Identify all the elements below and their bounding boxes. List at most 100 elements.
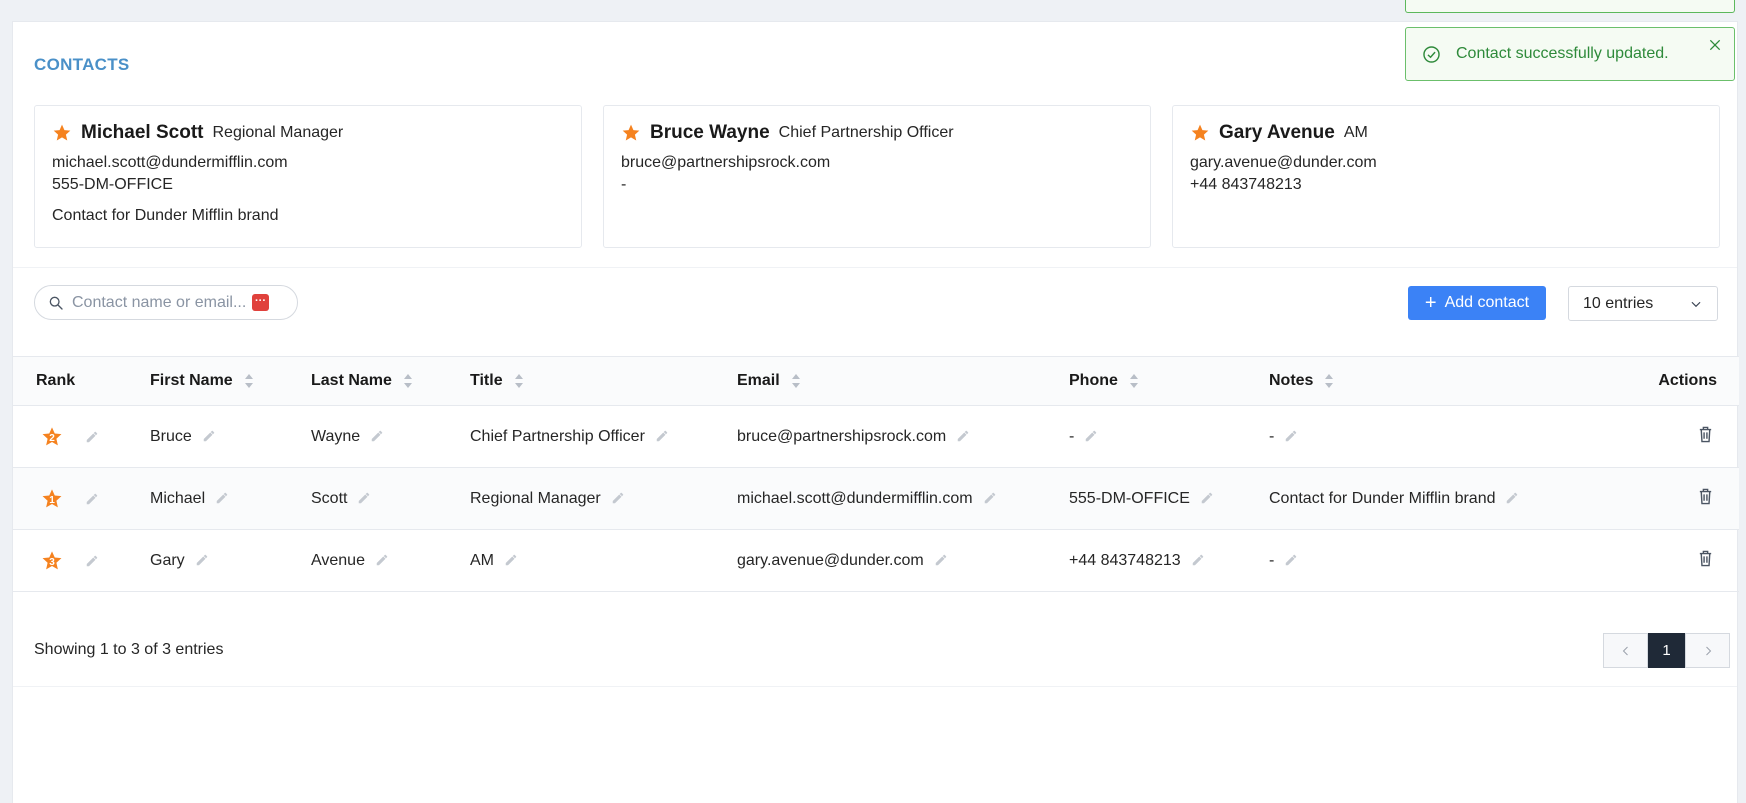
pencil-icon[interactable] [1200, 491, 1214, 505]
column-header-phone[interactable]: Phone [1069, 357, 1269, 406]
cell-phone: 555-DM-OFFICE [1069, 489, 1190, 507]
add-contact-label: Add contact [1444, 294, 1530, 311]
pencil-icon[interactable] [956, 429, 970, 443]
chevron-down-icon [1691, 301, 1701, 307]
column-header-actions: Actions [1658, 372, 1717, 389]
cell-email: bruce@partnershipsrock.com [737, 427, 947, 445]
cell-last-name: Wayne [311, 427, 361, 445]
divider [13, 686, 1737, 687]
pencil-icon[interactable] [202, 429, 216, 443]
rank-star-icon[interactable]: 2 [41, 426, 63, 448]
search-icon [49, 296, 63, 310]
pencil-icon[interactable] [1191, 553, 1205, 567]
password-manager-icon[interactable]: ··· [252, 294, 269, 311]
card-email: bruce@partnershipsrock.com [621, 154, 831, 171]
table-row: 3 Gary Avenue AM gary.avenue@dunder.com … [13, 530, 1739, 592]
plus-icon: + [1424, 292, 1437, 314]
table-header-row: Rank First Name Last Name Title Email Ph… [13, 356, 1739, 406]
sort-icon[interactable] [1325, 373, 1334, 389]
toast-message: Contact successfully updated. [1456, 45, 1669, 62]
page-number-button[interactable]: 1 [1648, 633, 1685, 668]
pencil-icon[interactable] [85, 554, 99, 568]
sort-icon[interactable] [244, 373, 253, 389]
pencil-icon[interactable] [85, 430, 99, 444]
cell-first-name: Gary [150, 551, 185, 569]
cell-first-name: Michael [150, 489, 206, 507]
cell-notes: - [1269, 551, 1275, 569]
pencil-icon[interactable] [1284, 429, 1298, 443]
showing-entries-text: Showing 1 to 3 of 3 entries [34, 641, 224, 658]
pencil-icon[interactable] [611, 491, 625, 505]
section-title: CONTACTS [34, 55, 130, 74]
card-role: Chief Partnership Officer [778, 124, 954, 141]
prev-page-button[interactable] [1603, 633, 1648, 668]
next-page-button[interactable] [1685, 633, 1730, 668]
pencil-icon[interactable] [504, 553, 518, 567]
cell-title: AM [470, 551, 494, 569]
pencil-icon[interactable] [1505, 491, 1519, 505]
card-phone: +44 843748213 [1190, 176, 1302, 193]
column-header-title[interactable]: Title [470, 357, 737, 406]
entries-select[interactable]: 10 entries [1568, 286, 1718, 321]
chevron-left-icon [1622, 646, 1628, 655]
divider [13, 267, 1737, 268]
pencil-icon[interactable] [655, 429, 669, 443]
rank-star-icon[interactable]: 1 [41, 488, 63, 510]
card-phone: - [621, 176, 627, 193]
pencil-icon[interactable] [357, 491, 371, 505]
card-name: Bruce Wayne [650, 122, 770, 143]
sort-icon[interactable] [791, 373, 800, 389]
sort-icon[interactable] [1129, 373, 1138, 389]
pencil-icon[interactable] [983, 491, 997, 505]
close-icon[interactable] [1708, 38, 1722, 52]
cell-phone: +44 843748213 [1069, 551, 1181, 569]
cell-last-name: Avenue [311, 551, 365, 569]
table-row: 2 Bruce Wayne Chief Partnership Officer … [13, 406, 1739, 468]
contacts-table: Rank First Name Last Name Title Email Ph… [13, 356, 1739, 592]
rank-number: 1 [49, 494, 55, 506]
trash-icon[interactable] [1697, 549, 1714, 568]
check-circle-icon [1423, 45, 1440, 63]
cell-first-name: Bruce [150, 427, 192, 445]
sort-icon[interactable] [403, 373, 412, 389]
search-input[interactable] [72, 293, 252, 312]
add-contact-button[interactable]: + Add contact [1408, 286, 1546, 320]
card-role: Regional Manager [212, 124, 344, 141]
column-header-last-name[interactable]: Last Name [311, 357, 470, 406]
trash-icon[interactable] [1697, 425, 1714, 444]
previous-toast-edge [1405, 0, 1735, 13]
sort-icon[interactable] [514, 373, 523, 389]
star-icon [622, 124, 640, 141]
pencil-icon[interactable] [85, 492, 99, 506]
rank-star-icon[interactable]: 3 [41, 550, 63, 572]
pencil-icon[interactable] [1284, 553, 1298, 567]
star-icon [53, 124, 71, 141]
column-header-first-name[interactable]: First Name [150, 357, 311, 406]
card-role: AM [1343, 124, 1368, 141]
star-icon [1191, 124, 1209, 141]
pagination: 1 [1603, 633, 1730, 668]
pencil-icon[interactable] [370, 429, 384, 443]
card-email: gary.avenue@dunder.com [1190, 154, 1377, 171]
pencil-icon[interactable] [215, 491, 229, 505]
card-name: Gary Avenue [1219, 122, 1335, 143]
success-toast: Contact successfully updated. [1405, 27, 1735, 81]
pencil-icon[interactable] [195, 553, 209, 567]
cell-notes: - [1269, 427, 1275, 445]
trash-icon[interactable] [1697, 487, 1714, 506]
contact-card: Bruce Wayne Chief Partnership Officer br… [603, 105, 1151, 248]
search-box[interactable]: ··· [34, 285, 298, 320]
pencil-icon[interactable] [375, 553, 389, 567]
card-note [1190, 205, 1702, 227]
rank-number: 2 [49, 432, 55, 444]
column-header-email[interactable]: Email [737, 357, 1069, 406]
contact-card: Gary Avenue AM gary.avenue@dunder.com +4… [1172, 105, 1720, 248]
pencil-icon[interactable] [1084, 429, 1098, 443]
rank-number: 3 [49, 556, 55, 568]
contacts-panel: CONTACTS Michael Scott Regional Manager … [12, 21, 1739, 803]
column-header-notes[interactable]: Notes [1269, 357, 1569, 406]
column-header-rank: Rank [36, 372, 76, 389]
cell-email: michael.scott@dundermifflin.com [737, 489, 973, 507]
cell-phone: - [1069, 427, 1075, 445]
pencil-icon[interactable] [934, 553, 948, 567]
